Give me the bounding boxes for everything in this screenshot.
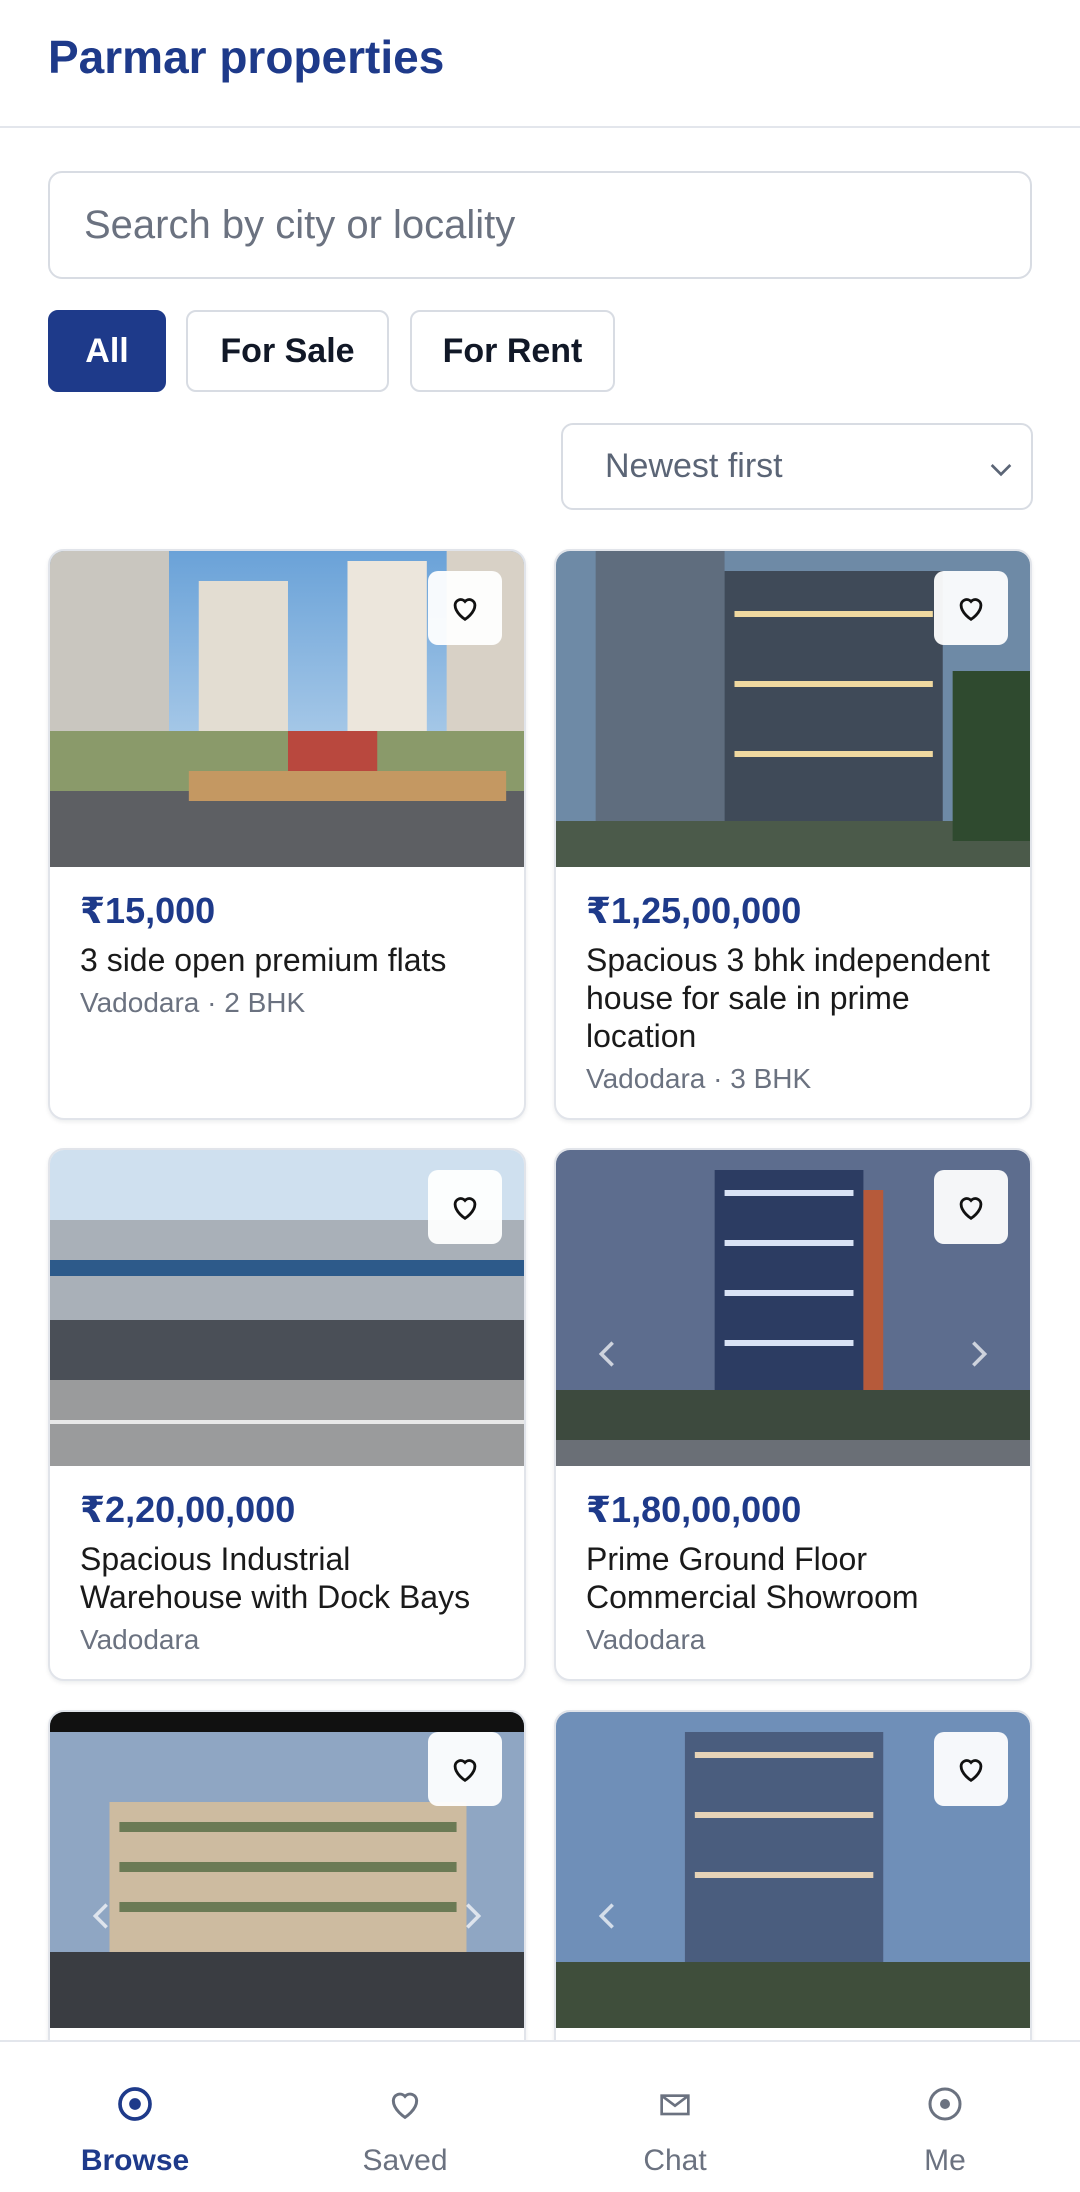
listing-title: Spacious 3 bhk independent house for sal… bbox=[586, 942, 990, 1054]
app-root: Parmar properties Search by city or loca… bbox=[0, 0, 1080, 2192]
nav-label-saved: Saved bbox=[362, 2144, 448, 2177]
app-title: Parmar properties bbox=[48, 31, 445, 83]
listing-price: ₹15,000 bbox=[80, 890, 216, 931]
chevron-left-icon[interactable] bbox=[84, 1894, 118, 1938]
listing-card[interactable]: ₹1,25,00,000 Spacious 3 bhk independent … bbox=[554, 549, 1032, 1120]
listing-title: Spacious Industrial Warehouse with Dock … bbox=[80, 1541, 471, 1615]
listing-card[interactable]: ₹15,000 3 side open premium flats Vadoda… bbox=[48, 549, 526, 1120]
nav-label-browse: Browse bbox=[80, 2144, 190, 2177]
listing-image bbox=[556, 551, 1030, 867]
search-input[interactable]: Search by city or locality bbox=[48, 171, 1032, 279]
favorite-button[interactable] bbox=[428, 1732, 502, 1806]
nav-item-me[interactable]: Me bbox=[810, 2042, 1080, 2192]
listing-title: 3 side open premium flats bbox=[80, 942, 447, 978]
listing-card[interactable]: ₹1,80,00,000 Prime Ground Floor Commerci… bbox=[554, 1148, 1032, 1681]
heart-icon bbox=[453, 1759, 477, 1783]
chevron-down-icon bbox=[990, 464, 1012, 477]
chevron-left-icon[interactable] bbox=[590, 1332, 624, 1376]
browse-icon bbox=[118, 2087, 152, 2121]
heart-icon bbox=[959, 1759, 983, 1783]
listing-image bbox=[50, 1150, 524, 1466]
favorite-button[interactable] bbox=[934, 1732, 1008, 1806]
chevron-left-icon[interactable] bbox=[590, 1894, 624, 1938]
listing-price: ₹1,80,00,000 bbox=[586, 1489, 802, 1530]
filter-chip-all[interactable]: All bbox=[48, 310, 166, 392]
nav-item-browse[interactable]: Browse bbox=[0, 2042, 270, 2192]
listing-image bbox=[50, 1712, 524, 2028]
favorite-button[interactable] bbox=[934, 571, 1008, 645]
favorite-button[interactable] bbox=[428, 1170, 502, 1244]
heart-icon bbox=[391, 2092, 419, 2120]
profile-icon bbox=[928, 2087, 962, 2121]
listing-meta: Vadodara bbox=[80, 1624, 200, 1655]
chat-icon bbox=[660, 2094, 690, 2116]
bottom-navigation: Browse Saved Chat Me bbox=[0, 2040, 1080, 2192]
chevron-right-icon[interactable] bbox=[456, 1894, 490, 1938]
listing-meta: Vadodara · 2 BHK bbox=[80, 987, 306, 1018]
heart-icon bbox=[959, 598, 983, 622]
listing-image bbox=[556, 1712, 1030, 2028]
listing-image bbox=[556, 1150, 1030, 1466]
listing-card[interactable]: ₹2,20,00,000 Spacious Industrial Warehou… bbox=[48, 1148, 526, 1681]
nav-item-saved[interactable]: Saved bbox=[270, 2042, 540, 2192]
listing-meta: Vadodara · 3 BHK bbox=[586, 1063, 812, 1094]
heart-icon bbox=[453, 1197, 477, 1221]
listing-meta: Vadodara bbox=[586, 1624, 706, 1655]
app-header: Parmar properties bbox=[0, 0, 1080, 128]
nav-item-chat[interactable]: Chat bbox=[540, 2042, 810, 2192]
listing-price: ₹1,25,00,000 bbox=[586, 890, 802, 931]
chevron-right-icon[interactable] bbox=[962, 1332, 996, 1376]
listing-title: Prime Ground Floor Commercial Showroom bbox=[586, 1541, 919, 1615]
filter-chip-for-rent[interactable]: For Rent bbox=[410, 310, 615, 392]
nav-label-chat: Chat bbox=[643, 2144, 707, 2177]
favorite-button[interactable] bbox=[428, 571, 502, 645]
heart-icon bbox=[959, 1197, 983, 1221]
favorite-button[interactable] bbox=[934, 1170, 1008, 1244]
sort-selected-value: Newest first bbox=[605, 447, 783, 485]
sort-dropdown[interactable]: Newest first bbox=[561, 423, 1033, 510]
nav-label-me: Me bbox=[924, 2144, 966, 2177]
filter-chip-for-sale[interactable]: For Sale bbox=[186, 310, 389, 392]
listing-image bbox=[50, 551, 524, 867]
search-placeholder: Search by city or locality bbox=[84, 203, 516, 247]
listing-price: ₹2,20,00,000 bbox=[80, 1489, 296, 1530]
heart-icon bbox=[453, 598, 477, 622]
